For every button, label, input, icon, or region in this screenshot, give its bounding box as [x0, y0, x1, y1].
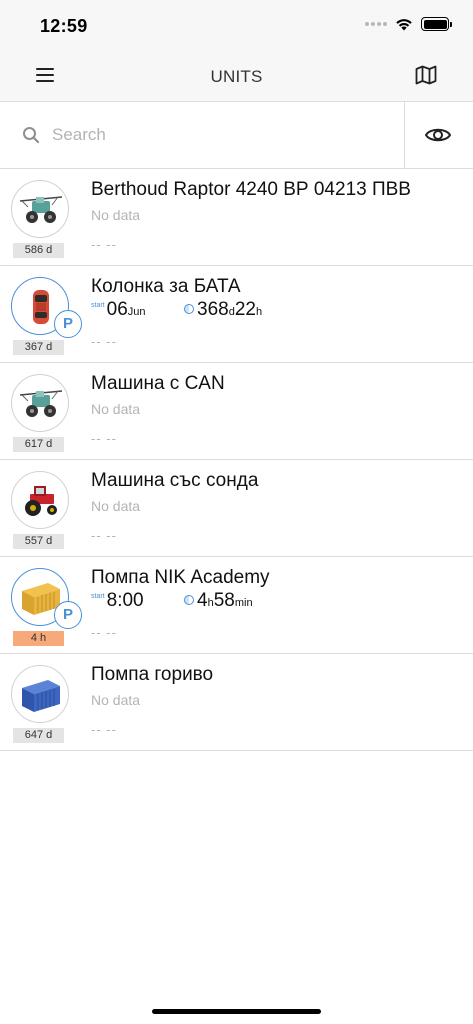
age-badge: 557 d	[13, 534, 64, 549]
map-icon[interactable]	[415, 65, 437, 85]
unit-avatar: P	[11, 277, 82, 338]
wifi-icon	[396, 19, 412, 31]
age-badge: 4 h	[13, 631, 64, 646]
unit-avatar: P	[11, 568, 82, 629]
duration-value-1: 4	[197, 590, 208, 611]
duration-value-2: 22	[234, 299, 256, 320]
parking-badge-icon: P	[54, 310, 82, 338]
eye-icon[interactable]	[424, 124, 452, 146]
unit-avatar	[11, 471, 69, 529]
unit-last-update: -- --	[91, 237, 117, 252]
trip-start: start 8:00	[91, 590, 144, 614]
sprayer-icon	[19, 390, 63, 417]
battery-icon	[421, 17, 452, 31]
unit-row[interactable]: 617 d Машина с CAN No data -- --	[0, 363, 473, 460]
duration-value-2: 58	[213, 590, 235, 611]
sprayer-icon	[19, 196, 63, 223]
unit-avatar	[11, 374, 69, 432]
unit-name: Помпа гориво	[91, 664, 214, 685]
duration-unit-2: min	[234, 597, 253, 609]
search-bar	[0, 102, 473, 169]
status-bar: 12:59	[0, 0, 473, 50]
unit-last-update: -- --	[91, 722, 117, 737]
unit-status: No data	[91, 692, 141, 708]
unit-row[interactable]: P 367 d Колонка за БАТА start 06Jun 368d2…	[0, 266, 473, 363]
unit-name: Berthoud Raptor 4240 ВР 04213 ПВВ	[91, 179, 411, 200]
age-badge: 647 d	[13, 728, 64, 743]
units-list: 586 d Berthoud Raptor 4240 ВР 04213 ПВВ …	[0, 169, 473, 751]
duration-value-1: 368	[197, 299, 229, 320]
trip-duration: 368d22h	[184, 299, 262, 323]
page-title: UNITS	[210, 67, 263, 86]
trip-start-label: start	[91, 302, 105, 309]
age-badge: 617 d	[13, 437, 64, 452]
signal-icon	[365, 22, 387, 26]
duration-icon	[184, 304, 194, 314]
unit-last-update: -- --	[91, 334, 117, 349]
trip-start-label: start	[91, 593, 105, 600]
unit-avatar	[11, 180, 69, 238]
unit-row[interactable]: 647 d Помпа гориво No data -- --	[0, 654, 473, 751]
search-input[interactable]	[52, 120, 382, 150]
trip-duration: 4h58min	[184, 590, 253, 614]
unit-last-update: -- --	[91, 431, 117, 446]
trip-start-unit: Jun	[127, 306, 146, 318]
unit-status: No data	[91, 401, 141, 417]
trip-start-value: 06	[106, 299, 128, 320]
tractor-icon	[25, 486, 57, 516]
unit-row[interactable]: 557 d Машина със сонда No data -- --	[0, 460, 473, 557]
status-time: 12:59	[40, 16, 88, 36]
duration-unit-2: h	[255, 306, 263, 318]
unit-last-update: -- --	[91, 625, 117, 640]
unit-name: Колонка за БАТА	[91, 276, 241, 297]
search-icon	[23, 127, 40, 144]
trip-start-value: 8:00	[106, 590, 144, 611]
trip-start: start 06Jun	[91, 299, 146, 323]
unit-avatar	[11, 665, 69, 723]
duration-icon	[184, 595, 194, 605]
unit-name: Машина със сонда	[91, 470, 259, 491]
unit-status: No data	[91, 498, 141, 514]
age-badge: 367 d	[13, 340, 64, 355]
age-badge: 586 d	[13, 243, 64, 258]
unit-row[interactable]: P 4 h Помпа NIK Academy start 8:00 4h58mi…	[0, 557, 473, 654]
nav-bar: UNITS	[0, 50, 473, 102]
unit-last-update: -- --	[91, 528, 117, 543]
container-blue-icon	[22, 680, 60, 712]
home-indicator[interactable]	[152, 1009, 321, 1014]
unit-status: No data	[91, 207, 141, 223]
unit-row[interactable]: 586 d Berthoud Raptor 4240 ВР 04213 ПВВ …	[0, 169, 473, 266]
unit-name: Помпа NIK Academy	[91, 567, 270, 588]
search-divider	[404, 102, 405, 169]
status-icons	[365, 17, 452, 31]
unit-name: Машина с CAN	[91, 373, 225, 394]
parking-badge-icon: P	[54, 601, 82, 629]
